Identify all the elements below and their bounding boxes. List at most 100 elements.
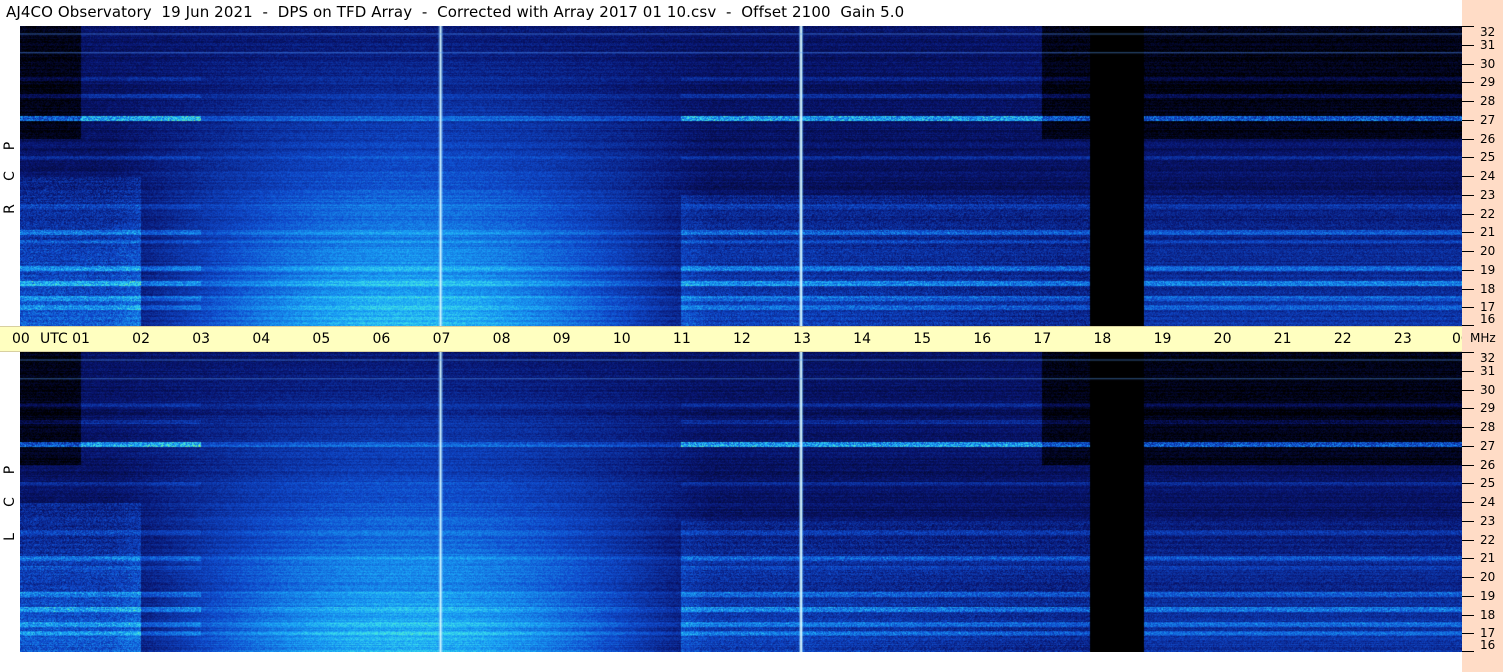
time-tick-label: 03 — [192, 331, 211, 347]
freq-axis-corner — [1462, 0, 1503, 26]
freq-tick-mark — [1462, 464, 1474, 466]
freq-tick-mark — [1462, 633, 1474, 635]
freq-tick-mark — [1462, 157, 1474, 159]
freq-tick-mark — [1462, 370, 1474, 372]
freq-tick-label: 31 — [1480, 37, 1496, 52]
freq-tick-mark — [1462, 352, 1474, 353]
freq-tick-label: 26 — [1480, 457, 1496, 472]
freq-tick-mark — [1462, 44, 1474, 46]
lcp-label-strip: P C L — [0, 352, 20, 652]
freq-tick-mark — [1462, 445, 1474, 447]
rcp-label-strip: P C R — [0, 26, 20, 326]
time-tick-label: 05 — [312, 331, 331, 347]
time-tick-label: 07 — [432, 331, 451, 347]
time-tick-label: 08 — [492, 331, 511, 347]
rcp-letter-c: C — [2, 171, 18, 181]
freq-tick-mark — [1462, 558, 1474, 560]
freq-tick-mark — [1462, 101, 1474, 102]
lcp-letter-l: L — [2, 533, 18, 541]
freq-tick-label: 21 — [1480, 551, 1496, 566]
time-tick-label: 23 — [1393, 331, 1412, 347]
freq-tick-mark — [1462, 176, 1474, 177]
freq-tick-mark — [1462, 389, 1474, 391]
freq-tick-label: 29 — [1480, 401, 1496, 416]
chart-title: AJ4CO Observatory 19 Jun 2021 - DPS on T… — [6, 3, 905, 21]
freq-tick-mark — [1462, 577, 1474, 578]
freq-tick-mark — [1462, 138, 1474, 140]
freq-tick-label: 18 — [1480, 607, 1496, 622]
lcp-letter-p: P — [2, 465, 18, 475]
freq-axis-corner-bottom — [1462, 652, 1503, 672]
freq-tick-label: 16 — [1480, 638, 1496, 652]
title-bar: AJ4CO Observatory 19 Jun 2021 - DPS on T… — [0, 0, 1462, 26]
time-axis: 00 UTC 01 02 03 04 05 06 07 08 09 10 11 12 13 14 15 16 17 1… — [0, 326, 1470, 352]
time-tick-label: 02 — [132, 331, 150, 347]
freq-tick-mark — [1462, 194, 1474, 196]
freq-tick-mark — [1462, 614, 1474, 616]
freq-tick-mark — [1462, 502, 1474, 503]
freq-tick-label: 28 — [1480, 420, 1496, 434]
time-tick-label: 13 — [793, 331, 811, 347]
time-tick-label: 04 — [252, 331, 271, 347]
time-tick-label: 15 — [913, 331, 932, 347]
freq-tick-mark — [1462, 63, 1474, 65]
freq-tick-label: 20 — [1480, 244, 1496, 258]
time-tick-label: 01 — [72, 331, 90, 347]
freq-tick-label: 26 — [1480, 131, 1496, 146]
freq-tick-mark — [1462, 520, 1474, 522]
freq-tick-mark — [1462, 232, 1474, 234]
freq-tick-label: 19 — [1480, 262, 1496, 277]
freq-tick-label: 25 — [1480, 476, 1496, 491]
freq-tick-label: 27 — [1480, 438, 1496, 453]
freq-tick-label: 27 — [1480, 112, 1496, 127]
rcp-frequency-axis: 32 31 30 29 28 27 26 25 24 23 22 21 20 19 18 17 16 — [1462, 25, 1503, 326]
freq-tick-label: 21 — [1480, 225, 1496, 240]
freq-tick-mark — [1462, 119, 1474, 121]
lcp-spectrogram — [20, 352, 1462, 652]
time-tick-label: 10 — [612, 331, 631, 347]
freq-tick-label: 16 — [1480, 312, 1496, 326]
freq-tick-mark — [1462, 251, 1474, 252]
rcp-letter-r: R — [2, 204, 18, 214]
frequency-unit-label: MHz — [1470, 331, 1496, 345]
freq-tick-mark — [1462, 288, 1474, 290]
freq-tick-label: 23 — [1480, 187, 1496, 202]
freq-tick-mark — [1462, 427, 1474, 428]
time-tick-label: 19 — [1153, 331, 1172, 347]
freq-tick-mark — [1462, 26, 1474, 27]
lcp-letter-c: C — [2, 497, 18, 507]
freq-tick-mark — [1462, 269, 1474, 271]
time-tick-label: 17 — [1033, 331, 1052, 347]
freq-tick-label: 23 — [1480, 513, 1496, 528]
time-tick-label: UTC — [40, 331, 68, 347]
freq-tick-mark — [1462, 483, 1474, 485]
rcp-letter-p: P — [2, 141, 18, 151]
freq-tick-label: 20 — [1480, 570, 1496, 584]
freq-tick-mark — [1462, 82, 1474, 84]
lcp-spectrogram-canvas — [20, 352, 1462, 652]
freq-tick-label: 30 — [1480, 56, 1496, 71]
time-tick-label: 20 — [1213, 331, 1232, 347]
time-tick-label: 06 — [372, 331, 391, 347]
freq-tick-label: 22 — [1480, 206, 1496, 221]
time-tick-label: 22 — [1333, 331, 1352, 347]
freq-tick-mark — [1462, 595, 1474, 597]
freq-tick-mark — [1462, 307, 1474, 309]
time-tick-label: 11 — [672, 331, 691, 347]
freq-tick-label: 18 — [1480, 281, 1496, 296]
time-tick-label: 00 — [12, 331, 30, 347]
freq-tick-label: 22 — [1480, 532, 1496, 547]
freq-tick-label: 24 — [1480, 495, 1496, 509]
freq-tick-mark — [1462, 539, 1474, 541]
time-tick-label: 21 — [1273, 331, 1292, 347]
time-tick-label: 14 — [853, 331, 871, 347]
freq-tick-label: 31 — [1480, 363, 1496, 378]
freq-tick-label: 19 — [1480, 588, 1496, 603]
freq-tick-label: 25 — [1480, 150, 1496, 165]
rcp-spectrogram — [20, 26, 1462, 326]
freq-tick-mark — [1462, 213, 1474, 215]
bottom-strip — [0, 652, 1462, 672]
freq-tick-mark — [1462, 408, 1474, 410]
lcp-frequency-axis: 32 31 30 29 28 27 26 25 24 23 22 21 20 19 18 17 16 — [1462, 351, 1503, 652]
freq-tick-label: 24 — [1480, 169, 1496, 183]
